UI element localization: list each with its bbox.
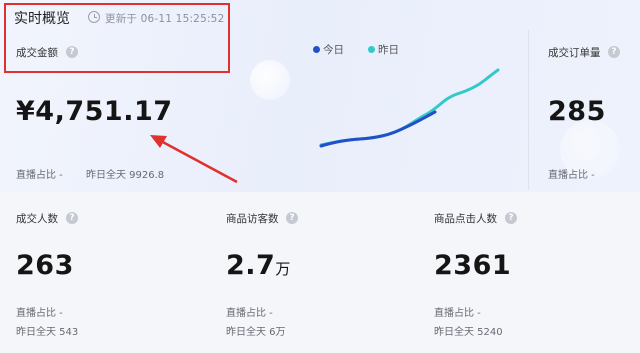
legend-yesterday-label: 昨日 [378, 44, 399, 56]
today-trend-line [319, 110, 437, 148]
help-icon[interactable]: ? [66, 212, 78, 224]
help-icon[interactable]: ? [505, 212, 517, 224]
visitors-label: 商品访客数 [226, 213, 279, 225]
legend-today-dot [313, 46, 320, 53]
gmv-live-ratio: 直播占比 - [16, 170, 63, 181]
yesterday-trend-line [319, 68, 500, 147]
decorative-circle [250, 60, 290, 100]
orders-live-ratio: 直播占比 - [548, 170, 595, 181]
clicks-value: 2361 [434, 250, 512, 281]
visitors-yesterday-total: 昨日全天 6万 [226, 327, 286, 338]
highlight-box [4, 3, 230, 73]
visitors-value: 2.7万 [226, 250, 291, 281]
buyers-label: 成交人数 [16, 213, 58, 225]
clicks-label: 商品点击人数 [434, 213, 497, 225]
annotation-arrow-icon [150, 135, 238, 184]
buyers-yesterday-total: 昨日全天 543 [16, 327, 79, 338]
realtime-overview-page: 实时概览 更新于 06-11 15:25:52 成交金额 ? ¥4,751.17… [0, 0, 640, 353]
visitors-value-unit: 万 [275, 260, 291, 278]
clicks-yesterday-total: 昨日全天 5240 [434, 327, 503, 338]
gmv-value: ¥4,751.17 [16, 96, 173, 127]
orders-label: 成交订单量 [548, 47, 601, 59]
trend-sparkline [319, 68, 500, 148]
vertical-divider [528, 30, 529, 190]
buyers-value: 263 [16, 250, 74, 281]
help-icon[interactable]: ? [608, 46, 620, 58]
legend-today-label: 今日 [323, 44, 344, 56]
help-icon[interactable]: ? [286, 212, 298, 224]
visitors-value-number: 2.7 [226, 250, 276, 281]
orders-value: 285 [548, 96, 606, 127]
bottom-metrics-card [0, 192, 640, 353]
buyers-live-ratio: 直播占比 - [16, 308, 63, 319]
legend-yesterday-dot [368, 46, 375, 53]
visitors-live-ratio: 直播占比 - [226, 308, 273, 319]
clicks-live-ratio: 直播占比 - [434, 308, 481, 319]
